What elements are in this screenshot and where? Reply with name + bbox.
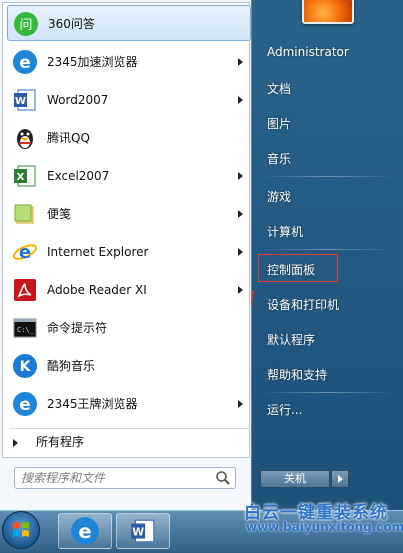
2345-browser-icon: e (11, 390, 39, 418)
submenu-arrow-icon[interactable] (238, 400, 243, 408)
svg-text:e: e (19, 395, 31, 415)
all-programs-button[interactable]: 所有程序 (13, 433, 84, 450)
program-list: 问 360问答 e 2345加速浏览器 W Word2007 腾讯QQ X Ex… (2, 2, 251, 458)
submenu-arrow-icon[interactable] (238, 96, 243, 104)
user-avatar[interactable] (302, 0, 354, 24)
all-programs-label: 所有程序 (36, 435, 85, 449)
command-prompt-icon: C:\_ (11, 314, 39, 342)
svg-text:e: e (19, 242, 31, 263)
program-item-adobe-reader[interactable]: Adobe Reader XI (7, 272, 251, 308)
submenu-arrow-icon[interactable] (238, 210, 243, 218)
svg-text:X: X (17, 172, 25, 183)
program-item-sticky-notes[interactable]: 便笺 (7, 196, 251, 232)
start-menu-left-panel: 问 360问答 e 2345加速浏览器 W Word2007 腾讯QQ X Ex… (0, 0, 251, 510)
right-item-control-panel[interactable]: 控制面板 (267, 261, 315, 278)
right-separator (262, 392, 394, 393)
program-item-2345-ace-browser[interactable]: e 2345王牌浏览器 (7, 386, 251, 422)
program-item-internet-explorer[interactable]: e Internet Explorer (7, 234, 251, 270)
watermark-url: www.baiyunxitong.com (246, 520, 403, 534)
svg-text:W: W (132, 525, 144, 538)
svg-text:e: e (19, 53, 31, 73)
shutdown-options-arrow-icon[interactable] (331, 470, 349, 488)
program-label: 便笺 (47, 207, 72, 221)
svg-text:e: e (78, 520, 91, 543)
program-item-word2007[interactable]: W Word2007 (7, 82, 251, 118)
program-label: Excel2007 (47, 169, 110, 183)
program-item-command-prompt[interactable]: C:\_ 命令提示符 (7, 310, 251, 346)
svg-text:K: K (20, 359, 32, 375)
right-item-documents[interactable]: 文档 (267, 80, 291, 97)
2345-browser-icon: e (71, 517, 99, 545)
excel-icon: X (11, 162, 39, 190)
program-item-excel2007[interactable]: X Excel2007 (7, 158, 251, 194)
program-label: Word2007 (47, 93, 109, 107)
submenu-arrow-icon[interactable] (238, 286, 243, 294)
search-icon[interactable] (215, 470, 231, 486)
chevron-right-icon (13, 438, 18, 447)
internet-explorer-icon: e (11, 238, 39, 266)
right-item-run[interactable]: 运行... (267, 401, 302, 418)
svg-text:W: W (15, 96, 26, 107)
right-item-music[interactable]: 音乐 (267, 150, 291, 167)
program-label: Adobe Reader XI (47, 283, 147, 297)
shutdown-group: 关机 (260, 470, 350, 488)
taskbar-word-button[interactable]: W (116, 513, 170, 549)
program-label: 命令提示符 (47, 321, 108, 335)
word-icon: W (131, 519, 155, 543)
right-item-administrator[interactable]: Administrator (267, 45, 349, 59)
program-item-2345-speed-browser[interactable]: e 2345加速浏览器 (7, 44, 251, 80)
svg-text:C:\_: C:\_ (17, 326, 35, 334)
right-separator (262, 176, 394, 177)
windows-logo-icon (13, 522, 29, 537)
adobe-reader-icon (11, 276, 39, 304)
program-item-kugou-music[interactable]: K 酷狗音乐 (7, 348, 251, 384)
360-answer-icon: 问 (12, 10, 40, 38)
kugou-music-icon: K (11, 352, 39, 380)
2345-browser-icon: e (11, 48, 39, 76)
right-item-default-programs[interactable]: 默认程序 (267, 331, 315, 348)
word-icon: W (11, 86, 39, 114)
start-button[interactable] (2, 511, 40, 549)
sticky-notes-icon (11, 200, 39, 228)
submenu-arrow-icon[interactable] (238, 248, 243, 256)
shutdown-button[interactable]: 关机 (260, 470, 330, 488)
qq-penguin-icon (11, 124, 39, 152)
search-box[interactable] (14, 467, 236, 489)
program-item-360[interactable]: 问 360问答 (7, 5, 251, 41)
right-item-pictures[interactable]: 图片 (267, 115, 291, 132)
right-item-computer[interactable]: 计算机 (267, 223, 303, 240)
program-label: 360问答 (48, 17, 95, 31)
search-input[interactable] (21, 470, 201, 486)
program-label: 酷狗音乐 (47, 359, 96, 373)
taskbar-browser-button[interactable]: e (58, 513, 112, 549)
program-label: 腾讯QQ (47, 131, 90, 145)
divider (9, 428, 249, 429)
program-item-qq[interactable]: 腾讯QQ (7, 120, 251, 156)
right-item-games[interactable]: 游戏 (267, 188, 291, 205)
right-separator (262, 249, 394, 250)
program-label: Internet Explorer (47, 245, 149, 259)
submenu-arrow-icon[interactable] (238, 58, 243, 66)
program-label: 2345王牌浏览器 (47, 397, 138, 411)
program-label: 2345加速浏览器 (47, 55, 138, 69)
right-item-devices-and-printers[interactable]: 设备和打印机 (267, 296, 339, 313)
right-item-help-and-support[interactable]: 帮助和支持 (267, 366, 327, 383)
submenu-arrow-icon[interactable] (238, 172, 243, 180)
svg-text:问: 问 (19, 18, 32, 33)
